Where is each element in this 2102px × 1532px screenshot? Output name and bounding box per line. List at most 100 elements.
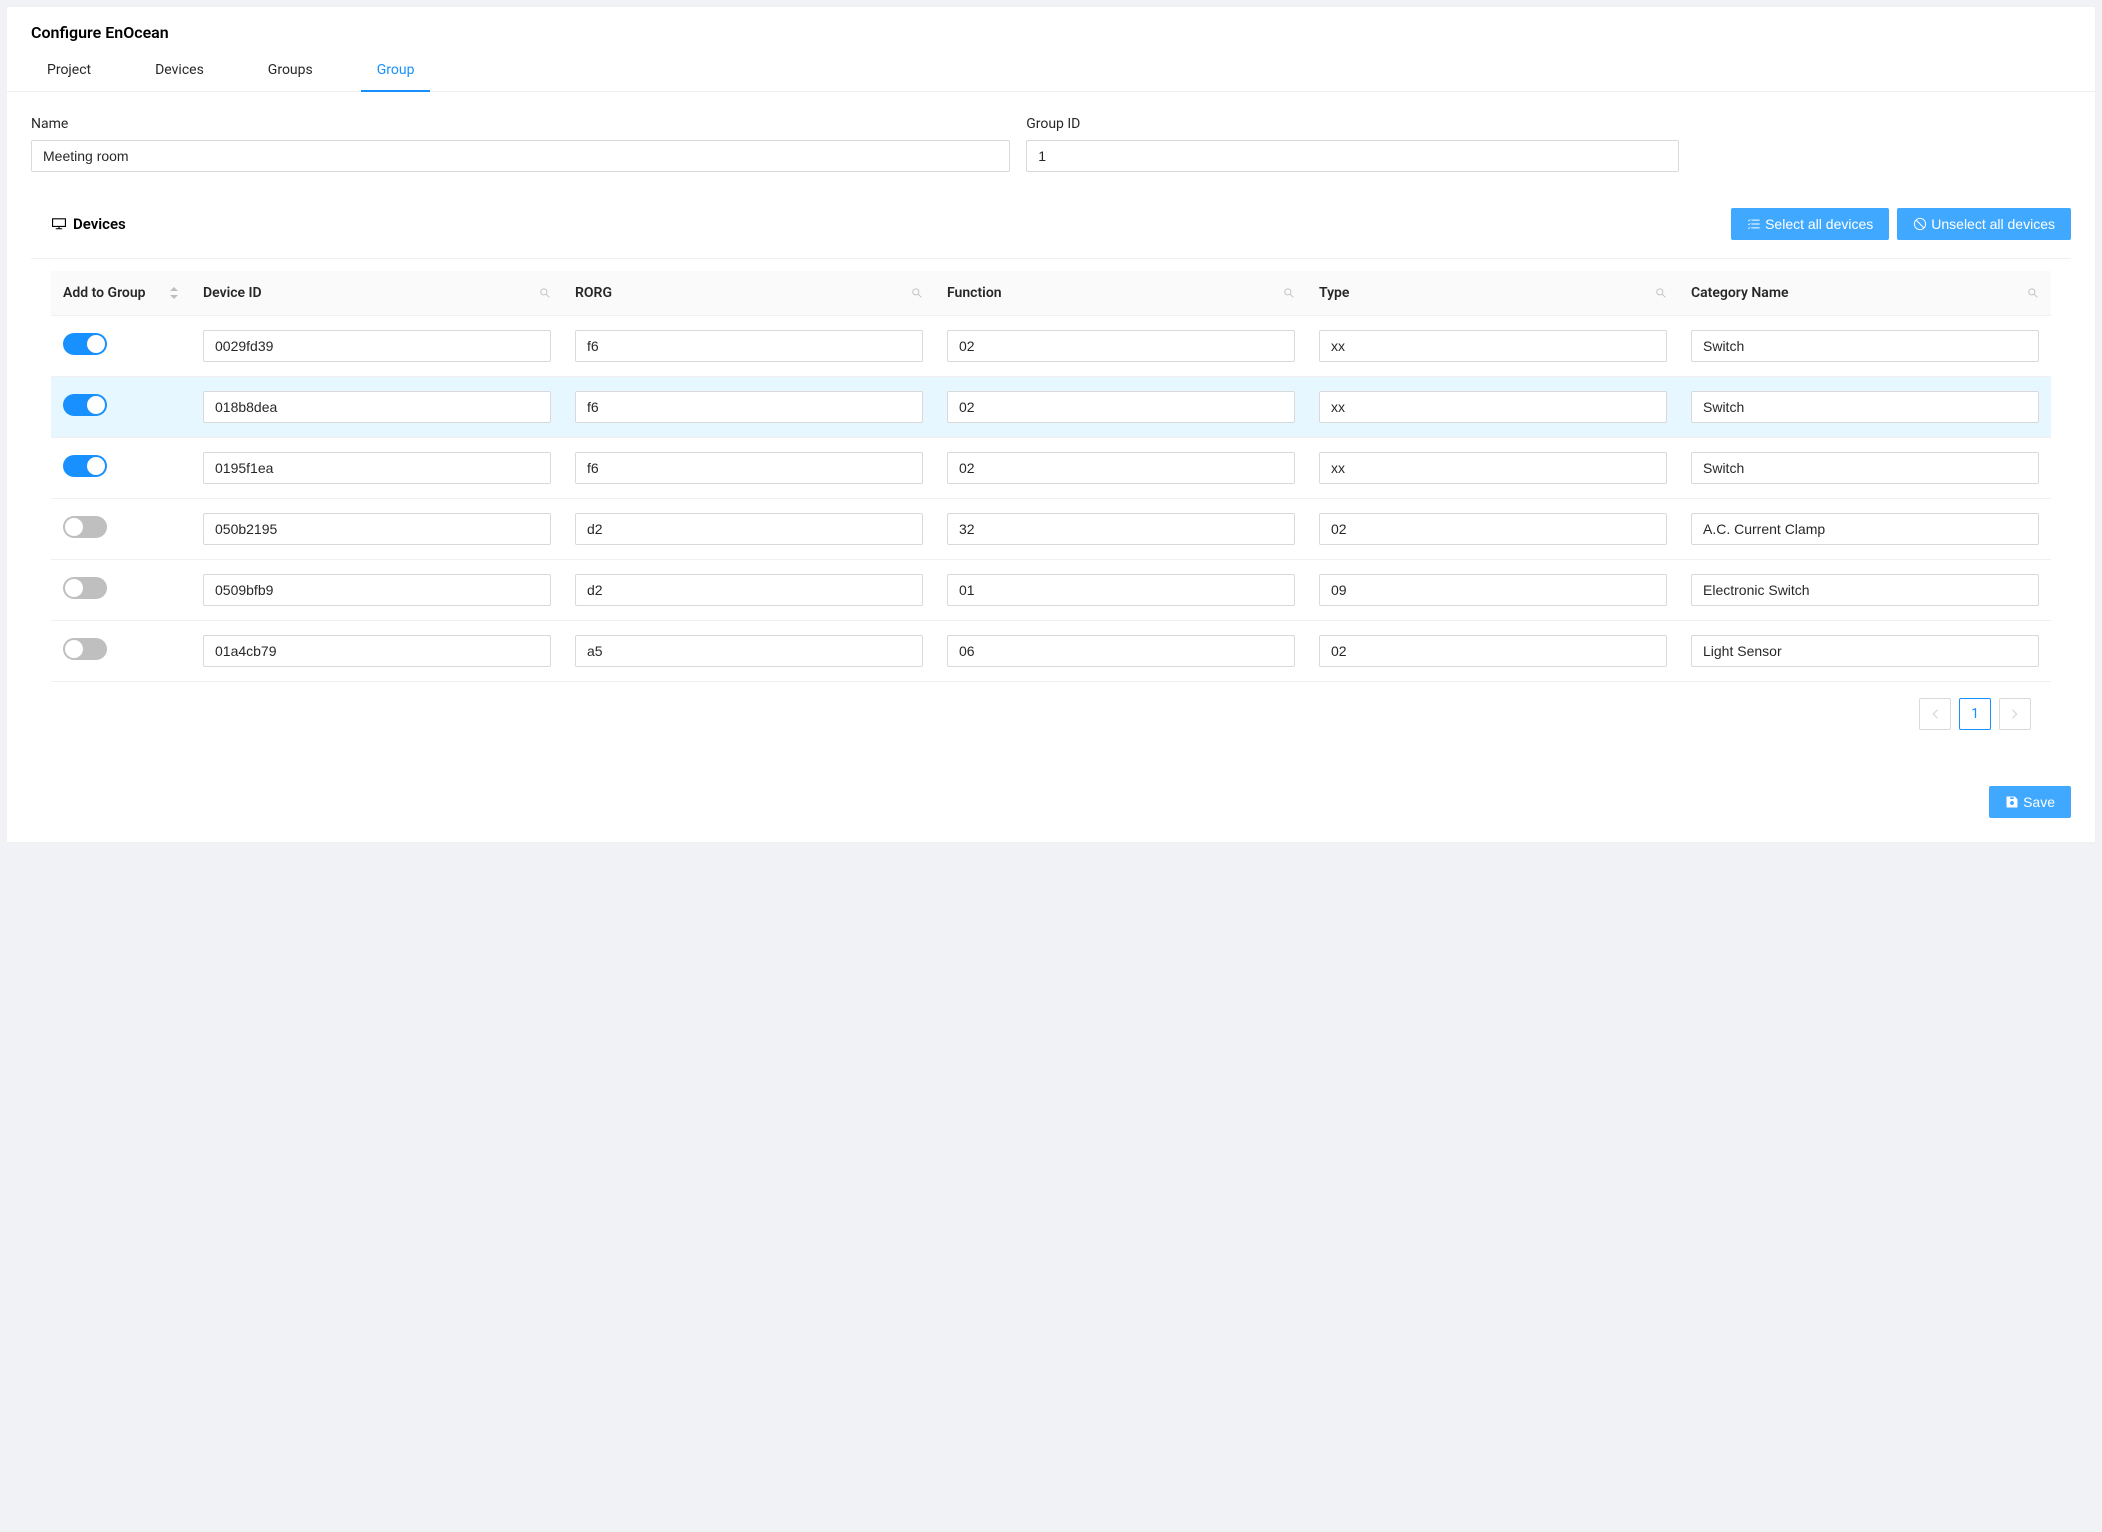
rorg-input[interactable] xyxy=(575,635,923,667)
page-prev-button[interactable] xyxy=(1919,698,1951,730)
form-row: Name Group ID xyxy=(31,116,2071,172)
form-item-groupid: Group ID xyxy=(1026,116,1679,172)
add-to-group-toggle[interactable] xyxy=(63,455,107,477)
th-add-to-group[interactable]: Add to Group xyxy=(51,271,191,316)
type-input[interactable] xyxy=(1319,330,1667,362)
footer-actions: Save xyxy=(7,762,2095,842)
groupid-input[interactable] xyxy=(1026,140,1679,172)
search-icon[interactable] xyxy=(539,287,551,299)
th-device-id[interactable]: Device ID xyxy=(191,271,563,316)
sort-icon xyxy=(169,287,179,299)
th-category-name[interactable]: Category Name xyxy=(1679,271,2051,316)
device-id-input[interactable] xyxy=(203,452,551,484)
chevron-left-icon xyxy=(1930,709,1940,719)
device-id-input[interactable] xyxy=(203,635,551,667)
devices-title-text: Devices xyxy=(73,215,126,233)
device-id-input[interactable] xyxy=(203,513,551,545)
table-row xyxy=(51,316,2051,377)
rorg-input[interactable] xyxy=(575,391,923,423)
tab-groups[interactable]: Groups xyxy=(252,50,329,92)
devices-buttons: Select all devices Unselect all devices xyxy=(1731,208,2071,240)
function-input[interactable] xyxy=(947,513,1295,545)
search-icon[interactable] xyxy=(2027,287,2039,299)
category-input[interactable] xyxy=(1691,391,2039,423)
table-row xyxy=(51,621,2051,682)
unselect-all-label: Unselect all devices xyxy=(1931,217,2055,231)
device-id-input[interactable] xyxy=(203,330,551,362)
function-input[interactable] xyxy=(947,635,1295,667)
th-function[interactable]: Function xyxy=(935,271,1307,316)
category-input[interactable] xyxy=(1691,635,2039,667)
th-add-to-group-label: Add to Group xyxy=(63,285,146,301)
unselect-all-button[interactable]: Unselect all devices xyxy=(1897,208,2071,240)
th-type[interactable]: Type xyxy=(1307,271,1679,316)
device-id-input[interactable] xyxy=(203,574,551,606)
type-input[interactable] xyxy=(1319,635,1667,667)
th-type-label: Type xyxy=(1319,285,1349,301)
category-input[interactable] xyxy=(1691,452,2039,484)
th-category-name-label: Category Name xyxy=(1691,285,1789,301)
add-to-group-toggle[interactable] xyxy=(63,516,107,538)
type-input[interactable] xyxy=(1319,513,1667,545)
category-input[interactable] xyxy=(1691,574,2039,606)
table-row xyxy=(51,377,2051,438)
save-button-label: Save xyxy=(2023,795,2055,809)
table-row xyxy=(51,560,2051,621)
add-to-group-toggle[interactable] xyxy=(63,333,107,355)
th-rorg-label: RORG xyxy=(575,285,612,301)
devices-section-title: Devices xyxy=(51,215,126,233)
category-input[interactable] xyxy=(1691,513,2039,545)
tabs: Project Devices Groups Group xyxy=(7,50,2095,92)
add-to-group-toggle[interactable] xyxy=(63,638,107,660)
add-to-group-toggle[interactable] xyxy=(63,577,107,599)
chevron-right-icon xyxy=(2010,709,2020,719)
table-wrap: Add to Group Device ID xyxy=(31,259,2071,738)
config-card: Configure EnOcean Project Devices Groups Gr… xyxy=(6,6,2096,843)
save-button[interactable]: Save xyxy=(1989,786,2071,818)
form-item-name: Name xyxy=(31,116,1010,172)
search-icon[interactable] xyxy=(1655,287,1667,299)
search-icon[interactable] xyxy=(911,287,923,299)
name-input[interactable] xyxy=(31,140,1010,172)
function-input[interactable] xyxy=(947,330,1295,362)
type-input[interactable] xyxy=(1319,391,1667,423)
tab-devices[interactable]: Devices xyxy=(139,50,220,92)
function-input[interactable] xyxy=(947,574,1295,606)
th-rorg[interactable]: RORG xyxy=(563,271,935,316)
add-to-group-toggle[interactable] xyxy=(63,394,107,416)
type-input[interactable] xyxy=(1319,574,1667,606)
function-input[interactable] xyxy=(947,452,1295,484)
card-body: Name Group ID Devices Select a xyxy=(7,92,2095,762)
function-input[interactable] xyxy=(947,391,1295,423)
card-header: Configure EnOcean Project Devices Groups Gr… xyxy=(7,7,2095,92)
save-icon xyxy=(2005,795,2019,809)
rorg-input[interactable] xyxy=(575,330,923,362)
rorg-input[interactable] xyxy=(575,452,923,484)
type-input[interactable] xyxy=(1319,452,1667,484)
device-id-input[interactable] xyxy=(203,391,551,423)
tab-group[interactable]: Group xyxy=(361,50,431,92)
select-all-button[interactable]: Select all devices xyxy=(1731,208,1889,240)
stop-icon xyxy=(1913,217,1927,231)
rorg-input[interactable] xyxy=(575,513,923,545)
desktop-icon xyxy=(51,216,67,232)
pagination: 1 xyxy=(51,682,2051,738)
search-icon[interactable] xyxy=(1283,287,1295,299)
th-device-id-label: Device ID xyxy=(203,285,262,301)
category-input[interactable] xyxy=(1691,330,2039,362)
page-1-button[interactable]: 1 xyxy=(1959,698,1991,730)
table-row xyxy=(51,438,2051,499)
tab-project[interactable]: Project xyxy=(31,50,107,92)
devices-section-header: Devices Select all devices Unselect all … xyxy=(31,196,2071,259)
list-check-icon xyxy=(1747,217,1761,231)
rorg-input[interactable] xyxy=(575,574,923,606)
th-function-label: Function xyxy=(947,285,1002,301)
page-next-button[interactable] xyxy=(1999,698,2031,730)
select-all-label: Select all devices xyxy=(1765,217,1873,231)
name-label: Name xyxy=(31,116,1010,132)
devices-table: Add to Group Device ID xyxy=(51,271,2051,682)
groupid-label: Group ID xyxy=(1026,116,1679,132)
table-row xyxy=(51,499,2051,560)
card-title: Configure EnOcean xyxy=(31,23,2071,42)
table-header-row: Add to Group Device ID xyxy=(51,271,2051,316)
